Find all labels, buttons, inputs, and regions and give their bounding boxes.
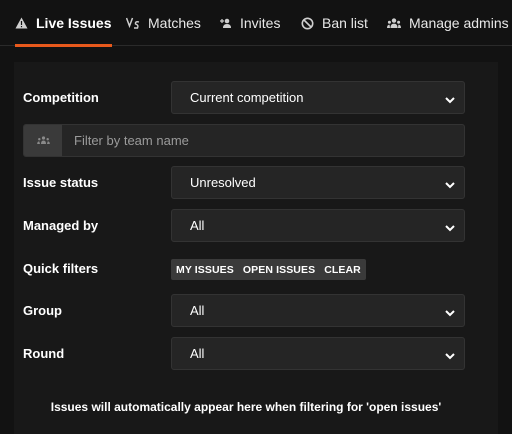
- tab-invites[interactable]: Invites: [220, 0, 280, 46]
- open-issues-button[interactable]: OPEN ISSUES: [243, 264, 315, 276]
- tab-label: Manage admins: [409, 15, 509, 31]
- filter-panel: [14, 62, 498, 434]
- competition-label: Competition: [23, 90, 99, 105]
- users-icon: [387, 17, 401, 29]
- tab-label: Ban list: [322, 15, 368, 31]
- clear-button[interactable]: CLEAR: [324, 264, 361, 276]
- tab-label: Invites: [240, 15, 281, 31]
- warning-icon: [15, 17, 28, 29]
- tab-bar: Live Issues Matches Invites Ban list Man…: [0, 0, 512, 47]
- chevron-down-icon: [444, 93, 456, 108]
- issue-status-value: Unresolved: [190, 175, 256, 190]
- managed-by-select[interactable]: All: [171, 209, 465, 242]
- tab-ban-list[interactable]: Ban list: [301, 0, 368, 46]
- issue-status-label: Issue status: [23, 175, 99, 190]
- empty-state-message: Issues will automatically appear here wh…: [50, 400, 442, 414]
- group-value: All: [190, 303, 205, 318]
- round-label: Round: [23, 346, 65, 361]
- tab-matches[interactable]: Matches: [126, 0, 201, 46]
- managed-by-value: All: [190, 218, 205, 233]
- team-filter-input[interactable]: [62, 125, 464, 156]
- quick-filters-label: Quick filters: [23, 261, 99, 276]
- tab-live-issues[interactable]: Live Issues: [15, 0, 112, 47]
- group-label: Group: [23, 303, 62, 318]
- ban-icon: [301, 17, 314, 30]
- managed-by-label: Managed by: [23, 218, 99, 233]
- tab-manage-admins[interactable]: Manage admins: [387, 0, 509, 46]
- round-select[interactable]: All: [171, 337, 465, 370]
- chevron-down-icon: [444, 178, 456, 193]
- team-filter: [23, 124, 465, 157]
- issue-status-select[interactable]: Unresolved: [171, 166, 465, 199]
- versus-icon: [126, 17, 140, 29]
- tab-label: Matches: [148, 15, 201, 31]
- user-plus-icon: [220, 17, 232, 29]
- competition-value: Current competition: [190, 90, 304, 105]
- round-value: All: [190, 346, 205, 361]
- chevron-down-icon: [444, 306, 456, 321]
- chevron-down-icon: [444, 221, 456, 236]
- tab-label: Live Issues: [36, 15, 112, 31]
- competition-select[interactable]: Current competition: [171, 81, 465, 114]
- team-icon: [24, 125, 62, 156]
- my-issues-button[interactable]: MY ISSUES: [176, 264, 234, 276]
- group-select[interactable]: All: [171, 294, 465, 327]
- quick-filters-group: MY ISSUES OPEN ISSUES CLEAR: [171, 259, 366, 280]
- chevron-down-icon: [444, 349, 456, 364]
